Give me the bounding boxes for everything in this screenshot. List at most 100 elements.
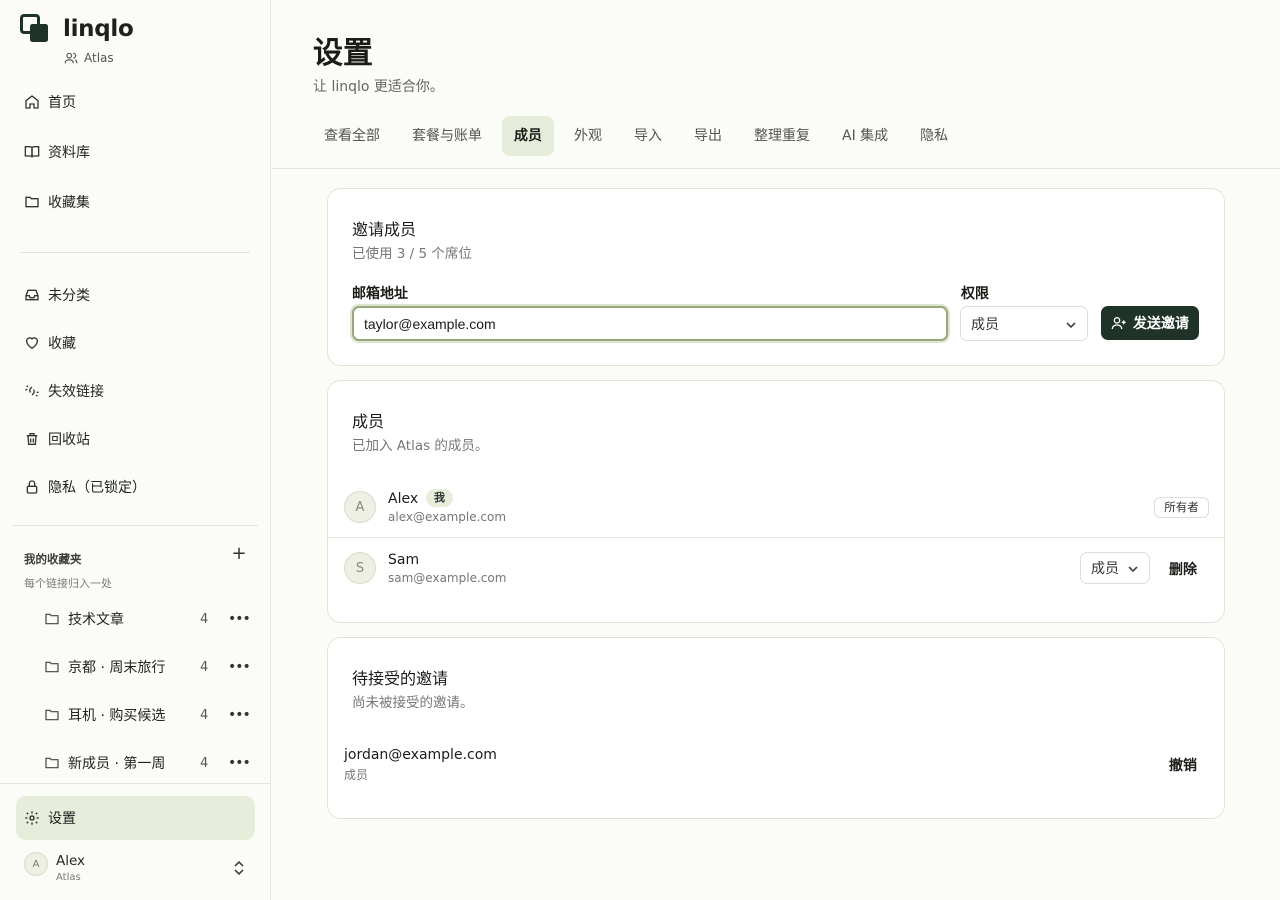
favorite-folder-item[interactable]: 京都 · 周末旅行 4 ••• <box>44 656 254 678</box>
nav-label: 失效链接 <box>48 384 104 400</box>
divider <box>20 252 250 253</box>
role-label: 权限 <box>961 286 989 302</box>
nav-trash[interactable]: 回收站 <box>24 429 90 449</box>
app-name: linqlo <box>63 16 134 42</box>
settings-label: 设置 <box>48 811 76 827</box>
member-email: alex@example.com <box>388 510 507 524</box>
nav-label: 收藏 <box>48 336 76 352</box>
more-options-icon[interactable]: ••• <box>228 611 251 627</box>
avatar: A <box>344 491 376 523</box>
nav-label: 隐私（已锁定） <box>48 480 146 496</box>
favorites-title: 我的收藏夹 <box>24 552 82 566</box>
heart-icon <box>24 335 40 351</box>
card-title: 成员 <box>352 412 385 431</box>
tab-members[interactable]: 成员 <box>502 116 554 156</box>
page-title: 设置 <box>313 36 373 71</box>
favorite-folder-item[interactable]: 技术文章 4 ••• <box>44 608 254 630</box>
member-name: Sam <box>388 552 420 568</box>
nav-label: 首页 <box>48 95 76 111</box>
book-icon <box>24 144 40 160</box>
nav-private-locked[interactable]: 隐私（已锁定） <box>24 477 146 497</box>
nav-label: 资料库 <box>48 145 90 161</box>
email-label: 邮箱地址 <box>352 286 408 302</box>
add-folder-button[interactable]: + <box>230 545 248 563</box>
more-options-icon[interactable]: ••• <box>228 707 251 723</box>
lock-icon <box>24 479 40 495</box>
invite-email: jordan@example.com <box>344 747 497 763</box>
tab-import[interactable]: 导入 <box>622 116 674 156</box>
folder-icon <box>44 611 60 627</box>
tab-appearance[interactable]: 外观 <box>562 116 614 156</box>
avatar: S <box>344 552 376 584</box>
member-row: A Alex 我 alex@example.com 所有者 <box>328 477 1224 537</box>
folder-count: 4 <box>200 659 209 675</box>
send-invite-label: 发送邀请 <box>1133 316 1189 332</box>
tab-billing[interactable]: 套餐与账单 <box>400 116 494 156</box>
brand[interactable]: linqlo <box>20 14 134 44</box>
nav-library[interactable]: 资料库 <box>24 142 90 162</box>
more-options-icon[interactable]: ••• <box>228 755 251 771</box>
nav-label: 回收站 <box>48 432 90 448</box>
email-field[interactable] <box>352 306 948 341</box>
main-content: 设置 让 linqlo 更适合你。 查看全部 套餐与账单 成员 外观 导入 导出… <box>272 0 1280 900</box>
revoke-invite-button[interactable]: 撤销 <box>1169 755 1197 775</box>
nav-settings[interactable]: 设置 <box>16 796 255 840</box>
nav-broken-links[interactable]: 失效链接 <box>24 381 104 401</box>
user-menu[interactable]: A Alex Atlas <box>24 852 85 883</box>
workspace-switcher[interactable]: Atlas <box>64 51 114 65</box>
role-select[interactable]: 成员 <box>960 306 1088 341</box>
favorite-folder-item[interactable]: 新成员 · 第一周 4 ••• <box>44 752 254 774</box>
pending-invites-card: 待接受的邀请 尚未被接受的邀请。 jordan@example.com 成员 撤… <box>327 637 1225 819</box>
card-subtitle: 尚未被接受的邀请。 <box>352 695 474 711</box>
invite-role: 成员 <box>344 768 369 782</box>
trash-icon <box>24 431 40 447</box>
broken-link-icon <box>24 383 40 399</box>
inbox-icon <box>24 287 40 303</box>
member-role-select[interactable]: 成员 <box>1080 552 1150 584</box>
user-workspace: Atlas <box>56 872 81 883</box>
workspace-name: Atlas <box>84 51 114 65</box>
favorite-folder-item[interactable]: 耳机 · 购买候选 4 ••• <box>44 704 254 726</box>
sidebar: linqlo Atlas 首页 资料库 收藏集 未分类 收藏 失效链接 回收站 … <box>0 0 271 900</box>
nav-favorites[interactable]: 收藏 <box>24 333 76 353</box>
nav-home[interactable]: 首页 <box>24 92 76 112</box>
nav-collections[interactable]: 收藏集 <box>24 192 90 212</box>
gear-icon <box>24 810 40 826</box>
owner-badge: 所有者 <box>1154 497 1209 518</box>
chevron-up-down-icon[interactable] <box>232 860 246 880</box>
tab-privacy[interactable]: 隐私 <box>908 116 960 156</box>
folder-count: 4 <box>200 611 209 627</box>
folder-icon <box>24 194 40 210</box>
members-card: 成员 已加入 Atlas 的成员。 A Alex 我 alex@example.… <box>327 380 1225 623</box>
me-badge: 我 <box>426 489 453 507</box>
tab-export[interactable]: 导出 <box>682 116 734 156</box>
member-email: sam@example.com <box>388 571 507 585</box>
settings-tabs: 查看全部 套餐与账单 成员 外观 导入 导出 整理重复 AI 集成 隐私 <box>312 116 968 156</box>
tab-ai-integration[interactable]: AI 集成 <box>830 116 900 156</box>
more-options-icon[interactable]: ••• <box>228 659 251 675</box>
chevron-down-icon <box>1065 319 1077 335</box>
folder-label: 京都 · 周末旅行 <box>68 660 166 676</box>
nav-uncategorized[interactable]: 未分类 <box>24 285 90 305</box>
folder-label: 耳机 · 购买候选 <box>68 708 166 724</box>
users-icon <box>64 52 78 64</box>
tab-all[interactable]: 查看全部 <box>312 116 392 156</box>
divider <box>0 783 270 784</box>
avatar: A <box>24 852 48 876</box>
remove-member-button[interactable]: 删除 <box>1169 559 1197 579</box>
seat-usage: 已使用 3 / 5 个席位 <box>352 246 472 262</box>
page-subtitle: 让 linqlo 更适合你。 <box>313 79 444 95</box>
folder-icon <box>44 659 60 675</box>
chevron-down-icon <box>1127 563 1139 579</box>
folder-label: 新成员 · 第一周 <box>68 756 166 772</box>
user-plus-icon <box>1111 317 1126 330</box>
home-icon <box>24 94 40 110</box>
folder-count: 4 <box>200 707 209 723</box>
nav-label: 未分类 <box>48 288 90 304</box>
divider <box>12 525 258 526</box>
send-invite-button[interactable]: 发送邀请 <box>1101 306 1199 340</box>
folder-count: 4 <box>200 755 209 771</box>
tab-dedupe[interactable]: 整理重复 <box>742 116 822 156</box>
folder-icon <box>44 707 60 723</box>
role-value: 成员 <box>971 316 999 333</box>
